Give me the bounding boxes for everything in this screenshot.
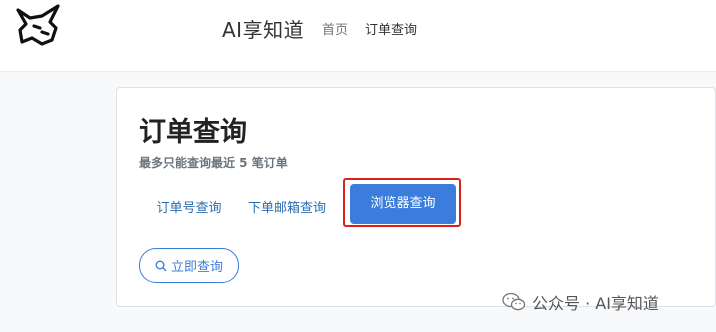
top-bar: AI享知道 首页 订单查询: [0, 0, 716, 72]
order-query-card: 订单查询 最多只能查询最近 5 笔订单 订单号查询 下单邮箱查询 浏览器查询 立…: [116, 87, 716, 307]
tab-order-email[interactable]: 下单邮箱查询: [238, 193, 336, 225]
query-limit-note: 最多只能查询最近 5 笔订单: [139, 156, 288, 170]
tab-browser[interactable]: 浏览器查询: [350, 184, 456, 224]
watermark: 公众号 · AI享知道: [502, 290, 659, 314]
tab-order-number[interactable]: 订单号查询: [153, 193, 225, 225]
unicorn-logo-icon[interactable]: [12, 4, 70, 48]
search-icon: [155, 260, 167, 271]
wechat-icon: [502, 292, 526, 311]
query-now-button[interactable]: 立即查询: [139, 248, 239, 283]
page-title: 订单查询: [139, 117, 247, 148]
query-now-label: 立即查询: [170, 260, 223, 275]
nav-home-link[interactable]: 首页: [322, 19, 348, 38]
nav-order-query-link[interactable]: 订单查询: [365, 19, 417, 38]
site-title[interactable]: AI享知道: [222, 14, 304, 43]
watermark-text: 公众号 · AI享知道: [532, 294, 659, 313]
